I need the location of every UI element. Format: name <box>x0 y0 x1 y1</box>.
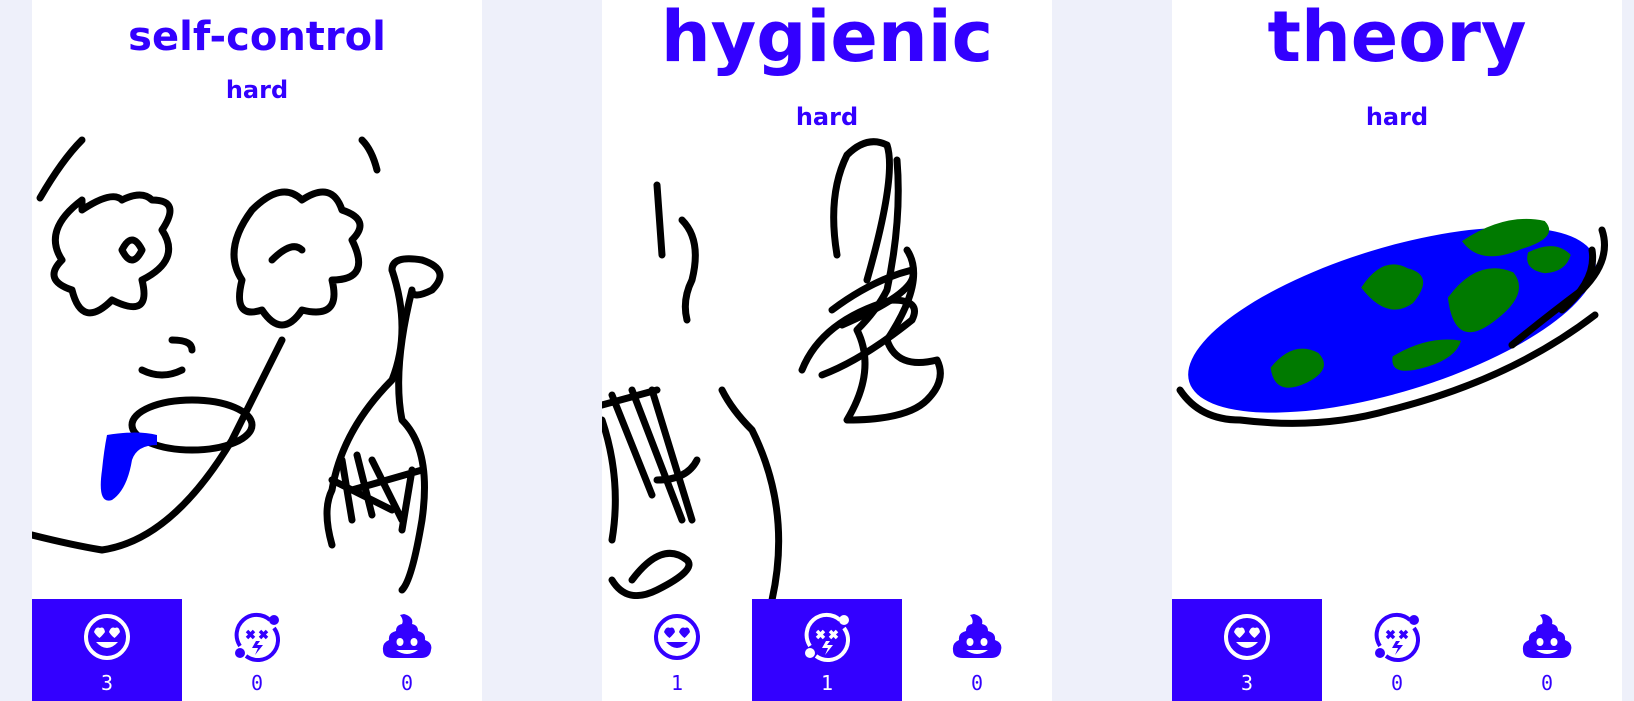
vote-love-button[interactable]: 3 <box>1172 599 1322 701</box>
vote-count: 0 <box>250 671 264 695</box>
dizzy-face-icon <box>802 612 852 662</box>
heart-eyes-face-icon <box>1222 612 1272 662</box>
prompt-word: hygienic <box>660 0 994 78</box>
drawing-canvas <box>602 130 1052 600</box>
vote-bar: 3 0 0 <box>1172 599 1622 701</box>
heart-eyes-face-icon <box>652 612 702 662</box>
vote-confused-button[interactable]: 0 <box>182 599 332 701</box>
vote-confused-button[interactable]: 1 <box>752 599 902 701</box>
poop-icon <box>952 612 1002 662</box>
poop-icon <box>382 612 432 662</box>
vote-poop-button[interactable]: 0 <box>902 599 1052 701</box>
sketch-self-control <box>32 136 444 594</box>
difficulty-label: hard <box>1365 103 1429 131</box>
vote-count: 1 <box>820 671 834 695</box>
vote-count: 0 <box>1540 671 1554 695</box>
dizzy-face-icon <box>1372 612 1422 662</box>
vote-confused-button[interactable]: 0 <box>1322 599 1472 701</box>
difficulty-label: hard <box>795 103 859 131</box>
drawing-canvas <box>32 130 482 600</box>
vote-count: 0 <box>400 671 414 695</box>
vote-count: 1 <box>670 671 684 695</box>
sketch-hygienic <box>602 138 944 600</box>
drawing-card-hygienic: hygienic hard 1 1 0 <box>602 0 1052 701</box>
vote-count: 0 <box>970 671 984 695</box>
difficulty-label: hard <box>225 76 289 104</box>
vote-bar: 3 0 0 <box>32 599 482 701</box>
card-header: theory hard <box>1172 0 1622 148</box>
vote-poop-button[interactable]: 0 <box>332 599 482 701</box>
vote-love-button[interactable]: 1 <box>602 599 752 701</box>
vote-love-button[interactable]: 3 <box>32 599 182 701</box>
dizzy-face-icon <box>232 612 282 662</box>
drawing-canvas <box>1172 130 1622 600</box>
prompt-word: theory <box>1267 0 1527 78</box>
card-header: self-control hard <box>32 0 482 148</box>
vote-count: 3 <box>1240 671 1254 695</box>
sketch-theory <box>1176 218 1608 427</box>
vote-count: 3 <box>100 671 114 695</box>
drawing-card-theory: theory hard 3 0 0 <box>1172 0 1622 701</box>
prompt-word: self-control <box>128 14 386 60</box>
card-header: hygienic hard <box>602 0 1052 148</box>
poop-icon <box>1522 612 1572 662</box>
vote-bar: 1 1 0 <box>602 599 1052 701</box>
heart-eyes-face-icon <box>82 612 132 662</box>
drawing-card-self-control: self-control hard 3 0 0 <box>32 0 482 701</box>
vote-poop-button[interactable]: 0 <box>1472 599 1622 701</box>
vote-count: 0 <box>1390 671 1404 695</box>
